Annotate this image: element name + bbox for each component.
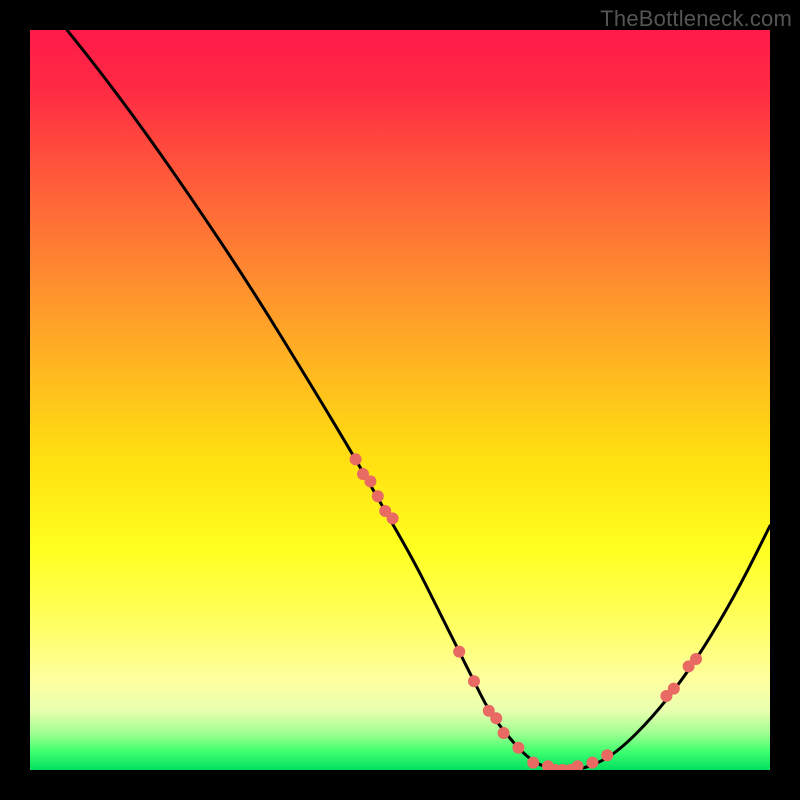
highlight-dot	[387, 512, 399, 524]
highlight-dot	[468, 675, 480, 687]
highlight-dot	[453, 646, 465, 658]
bottleneck-curve	[67, 30, 770, 770]
highlight-dot	[512, 742, 524, 754]
highlight-dot	[490, 712, 502, 724]
highlight-dot	[498, 727, 510, 739]
highlight-dot	[690, 653, 702, 665]
highlight-dot	[364, 475, 376, 487]
chart-svg	[30, 30, 770, 770]
highlight-dot	[586, 757, 598, 769]
highlight-dots-group	[350, 453, 702, 770]
highlight-dot	[668, 683, 680, 695]
highlight-dot	[350, 453, 362, 465]
highlight-dot	[572, 760, 584, 770]
highlight-dot	[372, 490, 384, 502]
highlight-dot	[527, 757, 539, 769]
watermark-text: TheBottleneck.com	[600, 6, 792, 32]
plot-area	[30, 30, 770, 770]
highlight-dot	[601, 749, 613, 761]
